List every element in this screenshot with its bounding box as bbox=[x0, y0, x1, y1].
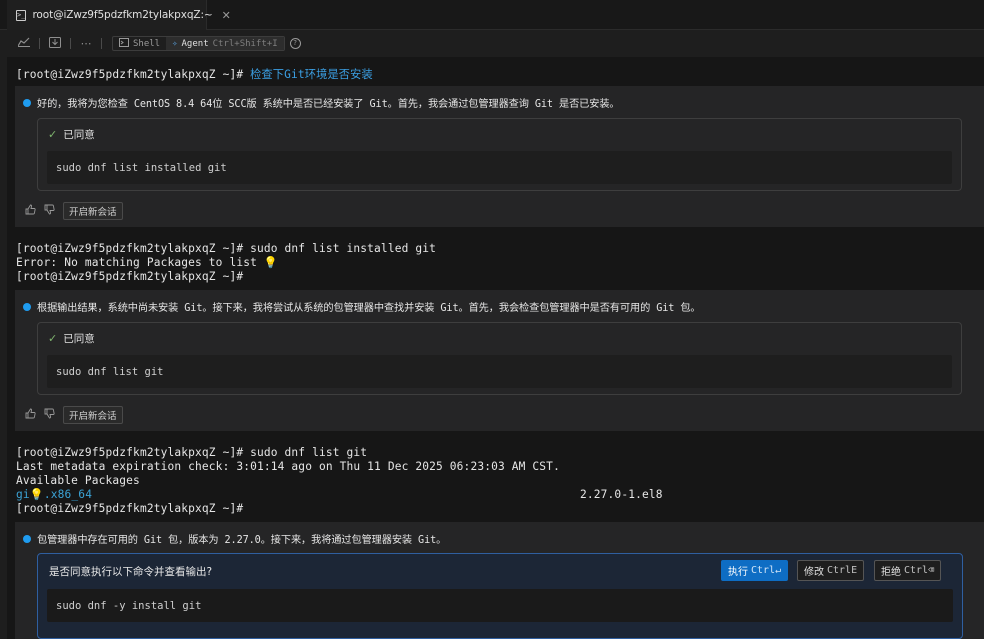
card-header: ✓ 已同意 bbox=[48, 127, 95, 142]
agent-response: 包管理器中存在可用的 Git 包，版本为 2.27.0。接下来，我将通过包管理器… bbox=[15, 522, 984, 639]
feedback-bar: 开启新会话 bbox=[25, 202, 123, 220]
reject-button[interactable]: 拒绝 Ctrl⌫ bbox=[874, 560, 942, 581]
approval-status: 已同意 bbox=[63, 333, 95, 345]
download-icon[interactable] bbox=[48, 36, 62, 51]
lightbulb-icon[interactable]: 💡 bbox=[30, 488, 44, 501]
terminal-line: [root@iZwz9f5pdzfkm2tylakpxqZ ~]# 检查下Git… bbox=[16, 66, 373, 82]
agent-status-dot bbox=[23, 98, 31, 107]
execute-shortcut: Ctrl↵ bbox=[751, 565, 782, 576]
agent-mode-tab[interactable]: ✧ Agent Ctrl+Shift+I bbox=[166, 37, 284, 50]
mode-switcher: Shell ✧ Agent Ctrl+Shift+I bbox=[112, 36, 285, 51]
reject-label: 拒绝 bbox=[881, 567, 901, 578]
terminal-output[interactable]: [root@iZwz9f5pdzfkm2tylakpxqZ ~]# 检查下Git… bbox=[7, 57, 984, 639]
new-chat-button[interactable]: 开启新会话 bbox=[63, 202, 123, 220]
error-text: Error: No matching Packages to list bbox=[16, 256, 257, 269]
modify-label: 修改 bbox=[804, 567, 824, 578]
terminal-line: Last metadata expiration check: 3:01:14 … bbox=[16, 460, 560, 473]
command-code: sudo dnf -y install git bbox=[47, 589, 953, 622]
command-card: ✓ 已同意 sudo dnf list git bbox=[37, 322, 962, 395]
terminal-tab[interactable]: >_ root@iZwz9f5pdzfkm2tylakpxqZ:~ ✕ bbox=[7, 0, 231, 30]
agent-mode-label: Agent bbox=[181, 38, 209, 49]
package-version: 2.27.0-1.el8 bbox=[580, 488, 663, 501]
agent-message-text: 好的，我将为您检查 CentOS 8.4 64位 SCC版 系统中是否已经安装了… bbox=[37, 99, 620, 110]
terminal-line: [root@iZwz9f5pdzfkm2tylakpxqZ ~]# sudo d… bbox=[16, 446, 368, 459]
shell-mode-tab[interactable]: Shell bbox=[113, 37, 166, 50]
approval-status: 已同意 bbox=[63, 129, 95, 141]
more-icon[interactable]: ⋯ bbox=[79, 37, 93, 50]
tab-title: root@iZwz9f5pdzfkm2tylakpxqZ:~ bbox=[32, 9, 213, 21]
thumbs-up-icon[interactable] bbox=[25, 204, 36, 218]
reject-shortcut: Ctrl⌫ bbox=[904, 565, 935, 576]
feedback-bar: 开启新会话 bbox=[25, 406, 123, 424]
terminal-line: Error: No matching Packages to list 💡 bbox=[16, 256, 278, 269]
close-icon[interactable]: ✕ bbox=[222, 9, 231, 22]
terminal-line: [root@iZwz9f5pdzfkm2tylakpxqZ ~]# sudo d… bbox=[16, 242, 437, 255]
terminal-icon: >_ bbox=[16, 9, 27, 21]
package-name: gi bbox=[16, 488, 30, 501]
check-icon: ✓ bbox=[48, 332, 58, 345]
agent-status-dot bbox=[23, 534, 31, 543]
agent-status-dot bbox=[23, 302, 31, 311]
package-arch: .x86_64 bbox=[43, 488, 93, 501]
thumbs-down-icon[interactable] bbox=[44, 408, 55, 422]
agent-message-text: 包管理器中存在可用的 Git 包，版本为 2.27.0。接下来，我将通过包管理器… bbox=[37, 535, 447, 546]
thumbs-up-icon[interactable] bbox=[25, 408, 36, 422]
shell-icon bbox=[119, 37, 129, 50]
divider bbox=[39, 38, 40, 49]
shell-mode-label: Shell bbox=[133, 38, 161, 49]
chart-icon[interactable] bbox=[17, 37, 31, 50]
agent-shortcut: Ctrl+Shift+I bbox=[212, 38, 278, 49]
agent-message: 好的，我将为您检查 CentOS 8.4 64位 SCC版 系统中是否已经安装了… bbox=[23, 95, 620, 110]
command-card: ✓ 已同意 sudo dnf list installed git bbox=[37, 118, 962, 191]
agent-response: 根据输出结果，系统中尚未安装 Git。接下来，我将尝试从系统的包管理器中查找并安… bbox=[15, 290, 984, 431]
terminal-line: [root@iZwz9f5pdzfkm2tylakpxqZ ~]# bbox=[16, 270, 244, 283]
agent-message: 包管理器中存在可用的 Git 包，版本为 2.27.0。接下来，我将通过包管理器… bbox=[23, 531, 446, 546]
agent-message-text: 根据输出结果，系统中尚未安装 Git。接下来，我将尝试从系统的包管理器中查找并安… bbox=[37, 303, 701, 314]
approval-question: 是否同意执行以下命令并查看输出? bbox=[49, 566, 213, 578]
terminal-line: gi💡.x86_64 bbox=[16, 488, 92, 501]
terminal-line: Available Packages bbox=[16, 474, 140, 487]
modify-button[interactable]: 修改 CtrlE bbox=[797, 560, 865, 581]
command-code: sudo dnf list installed git bbox=[47, 151, 952, 184]
execute-button[interactable]: 执行 Ctrl↵ bbox=[721, 560, 789, 581]
divider bbox=[101, 38, 102, 49]
terminal-toolbar: ⋯ Shell ✧ Agent Ctrl+Shift+I ? bbox=[0, 31, 984, 56]
agent-response: 好的，我将为您检查 CentOS 8.4 64位 SCC版 系统中是否已经安装了… bbox=[15, 86, 984, 227]
approval-card: 是否同意执行以下命令并查看输出? 执行 Ctrl↵ 修改 CtrlE 拒绝 Ctrl⌫… bbox=[37, 553, 963, 639]
tab-bar: >_ root@iZwz9f5pdzfkm2tylakpxqZ:~ ✕ bbox=[0, 0, 984, 30]
terminal-line: [root@iZwz9f5pdzfkm2tylakpxqZ ~]# bbox=[16, 502, 244, 515]
user-command: 检查下Git环境是否安装 bbox=[250, 68, 373, 81]
agent-sparkle-icon: ✧ bbox=[172, 38, 178, 49]
lightbulb-icon[interactable]: 💡 bbox=[264, 256, 278, 269]
help-icon[interactable]: ? bbox=[289, 38, 301, 49]
thumbs-down-icon[interactable] bbox=[44, 204, 55, 218]
check-icon: ✓ bbox=[48, 128, 58, 141]
new-chat-button[interactable]: 开启新会话 bbox=[63, 406, 123, 424]
prompt: [root@iZwz9f5pdzfkm2tylakpxqZ ~]# bbox=[16, 68, 251, 81]
command-code: sudo dnf list git bbox=[47, 355, 952, 388]
agent-message: 根据输出结果，系统中尚未安装 Git。接下来，我将尝试从系统的包管理器中查找并安… bbox=[23, 299, 701, 314]
divider bbox=[70, 38, 71, 49]
modify-shortcut: CtrlE bbox=[827, 565, 858, 576]
execute-label: 执行 bbox=[728, 567, 748, 578]
card-header: ✓ 已同意 bbox=[48, 331, 95, 346]
